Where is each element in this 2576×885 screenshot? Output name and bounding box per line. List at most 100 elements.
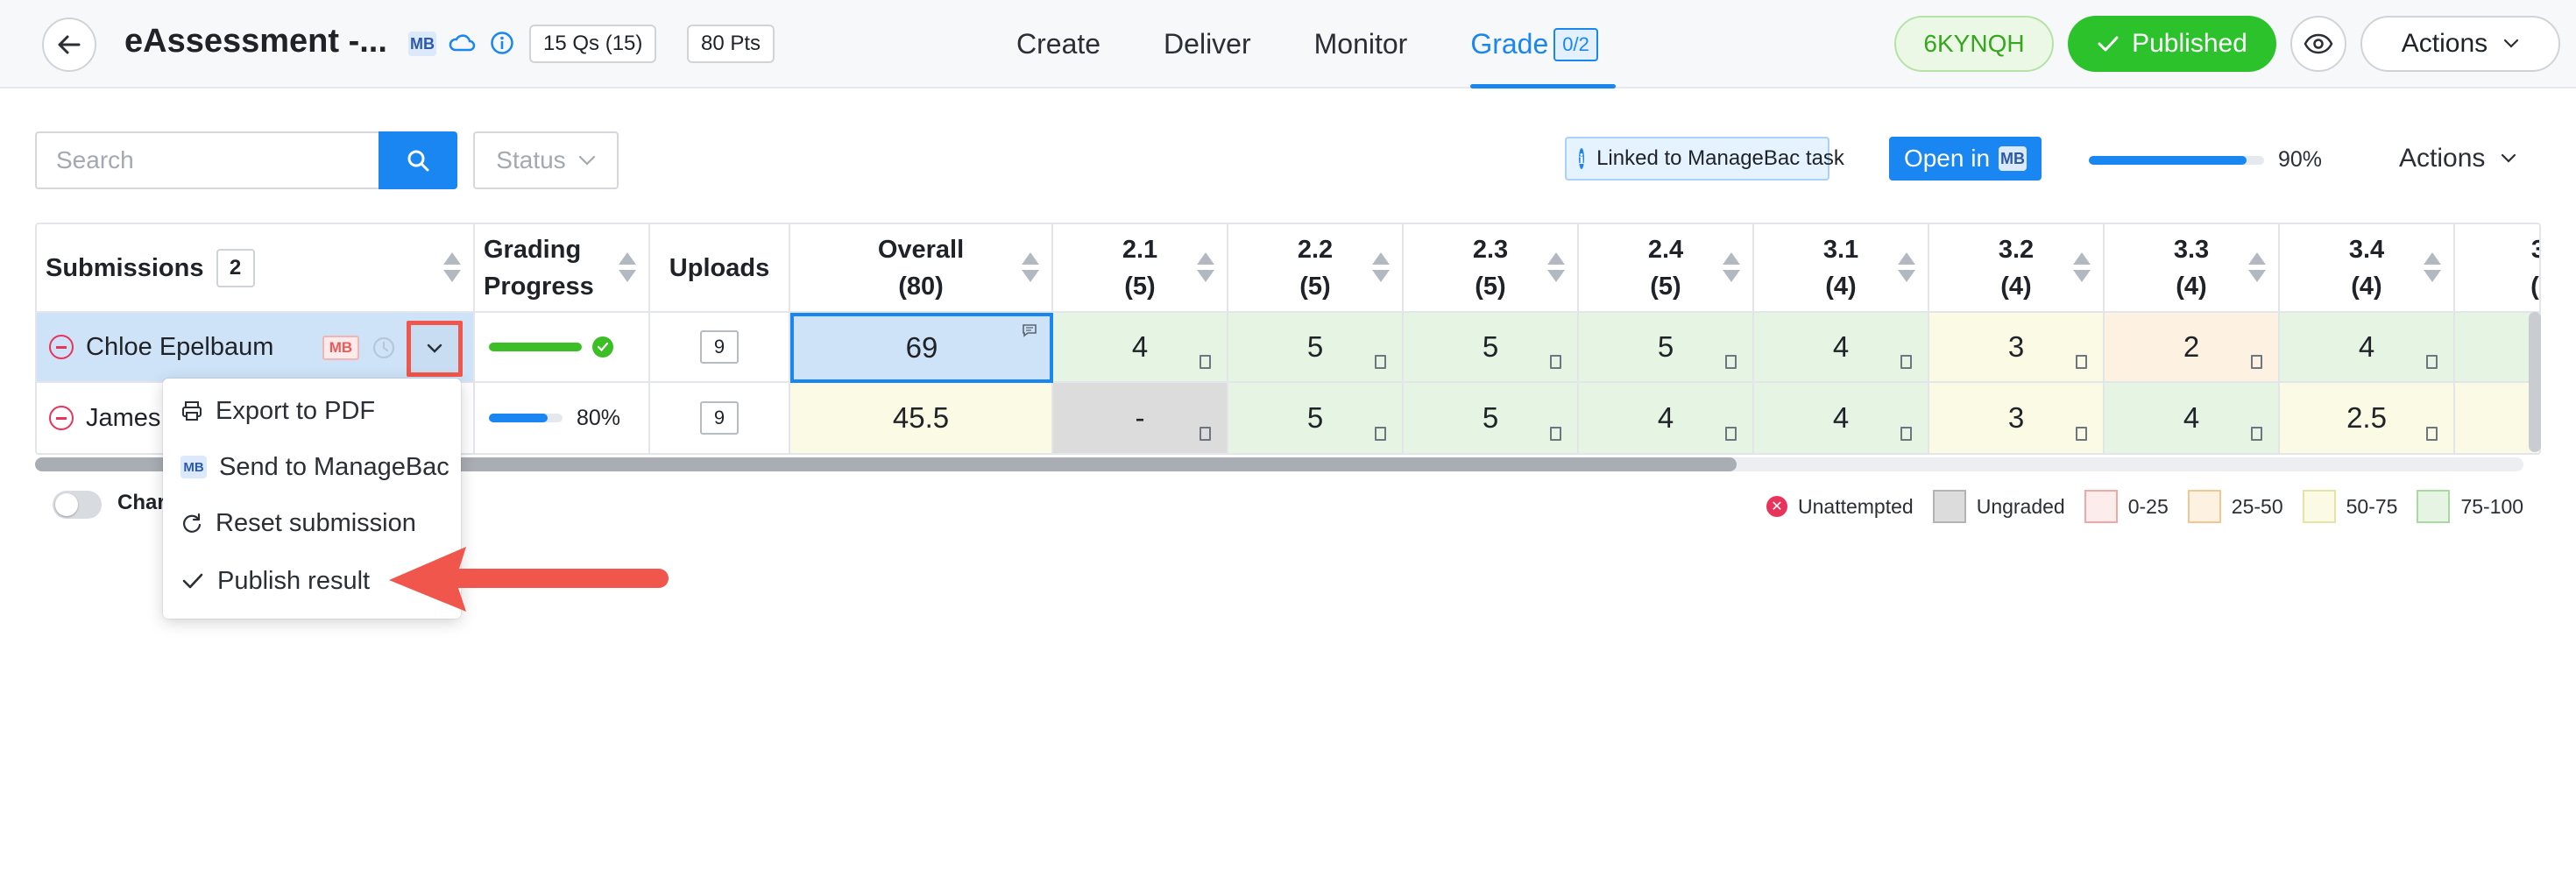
document-icon[interactable] — [1200, 427, 1211, 441]
score-cell[interactable]: 3 — [1929, 383, 2105, 453]
toolbar-actions-button[interactable]: Actions — [2399, 144, 2516, 173]
document-icon[interactable] — [1375, 355, 1386, 369]
chart-toggle[interactable] — [53, 491, 102, 519]
score-cell[interactable]: 5 — [1404, 313, 1579, 383]
preview-button[interactable] — [2290, 16, 2346, 72]
reset-icon — [182, 513, 202, 533]
status-filter-dropdown[interactable]: Status — [473, 131, 619, 189]
score-cell[interactable]: 4 — [2105, 383, 2280, 453]
sort-icon[interactable] — [1372, 252, 1390, 287]
sort-icon[interactable] — [619, 252, 636, 287]
sort-icon[interactable] — [1723, 252, 1740, 287]
submissions-count-badge: 2 — [216, 248, 255, 287]
row-options-dropdown-button[interactable] — [407, 321, 463, 377]
tab-create[interactable]: Create — [1016, 0, 1100, 88]
score-cell[interactable]: 2 — [2105, 313, 2280, 383]
column-header-question[interactable]: 3.4 (4) — [2280, 224, 2455, 313]
column-header-label: 3.4 (4) — [2348, 235, 2385, 301]
sort-icon[interactable] — [443, 252, 461, 287]
document-icon[interactable] — [1375, 427, 1386, 441]
column-header-question[interactable]: 2.1 (5) — [1053, 224, 1228, 313]
document-icon[interactable] — [2251, 355, 2262, 369]
column-header-question[interactable]: 3. (4 — [2455, 224, 2539, 313]
score-cell[interactable]: 4 — [1754, 313, 1929, 383]
uploads-count[interactable]: 9 — [700, 330, 739, 364]
menu-item-reset-submission[interactable]: Reset submission — [163, 496, 461, 550]
column-header-question[interactable]: 3.1 (4) — [1754, 224, 1929, 313]
column-header-grading-progress[interactable]: Grading Progress — [475, 224, 650, 313]
score-cell[interactable]: 4 — [1579, 383, 1754, 453]
tab-deliver[interactable]: Deliver — [1164, 0, 1251, 88]
annotation-arrow-icon — [389, 547, 669, 612]
remove-student-icon[interactable] — [49, 406, 74, 430]
column-header-question[interactable]: 2.3 (5) — [1404, 224, 1579, 313]
access-code-button[interactable]: 6KYNQH — [1894, 16, 2054, 72]
open-in-managebac-button[interactable]: Open in MB — [1889, 137, 2042, 181]
document-icon[interactable] — [1900, 355, 1912, 369]
document-icon[interactable] — [1725, 427, 1737, 441]
document-icon[interactable] — [2426, 427, 2438, 441]
remove-student-icon[interactable] — [49, 335, 74, 359]
score-value: 5 — [1657, 330, 1674, 363]
legend-item-25-50: 25-50 — [2187, 490, 2283, 523]
tab-monitor[interactable]: Monitor — [1314, 0, 1408, 88]
score-cell[interactable]: 5 — [1228, 383, 1404, 453]
score-cell[interactable]: 4 — [1053, 313, 1228, 383]
sort-icon[interactable] — [2248, 252, 2266, 287]
document-icon[interactable] — [1900, 427, 1912, 441]
document-icon[interactable] — [1200, 355, 1211, 369]
vertical-scrollbar[interactable] — [2529, 312, 2541, 452]
overall-score-cell-selected[interactable]: 69 — [790, 313, 1053, 383]
score-cell[interactable]: 5 — [1228, 313, 1404, 383]
column-header-question[interactable]: 2.2 (5) — [1228, 224, 1404, 313]
document-icon[interactable] — [1550, 427, 1561, 441]
sort-icon[interactable] — [2424, 252, 2441, 287]
column-header-question[interactable]: 2.4 (5) — [1579, 224, 1754, 313]
score-cell[interactable]: 4 — [2280, 313, 2455, 383]
document-icon[interactable] — [2076, 427, 2087, 441]
search-button[interactable] — [379, 131, 457, 189]
column-header-overall[interactable]: Overall (80) — [790, 224, 1053, 313]
chevron-down-icon — [578, 155, 595, 166]
sort-icon[interactable] — [1547, 252, 1565, 287]
column-header-question[interactable]: 3.2 (4) — [1929, 224, 2105, 313]
score-cell[interactable]: 5 — [1404, 383, 1579, 453]
column-header-uploads: Uploads — [650, 224, 790, 313]
column-header-question[interactable]: 3.3 (4) — [2105, 224, 2280, 313]
score-value: 4 — [1131, 330, 1149, 363]
score-cell[interactable]: 3 — [1929, 313, 2105, 383]
document-icon[interactable] — [2426, 355, 2438, 369]
tab-grade[interactable]: Grade 0/2 — [1470, 0, 1616, 88]
document-icon[interactable] — [2251, 427, 2262, 441]
sort-icon[interactable] — [1197, 252, 1214, 287]
comment-icon[interactable] — [1022, 323, 1037, 337]
overall-progress-bar — [2089, 156, 2264, 165]
header-actions-button[interactable]: Actions — [2360, 16, 2560, 72]
document-icon[interactable] — [2076, 355, 2087, 369]
column-header-submissions[interactable]: Submissions 2 — [37, 224, 475, 313]
document-icon[interactable] — [1725, 355, 1737, 369]
score-value: 3 — [2007, 401, 2025, 434]
score-value: 4 — [2183, 401, 2200, 434]
column-header-label: 3.2 (4) — [1998, 235, 2035, 301]
info-icon[interactable] — [487, 28, 517, 58]
sort-icon[interactable] — [1022, 252, 1039, 287]
menu-item-export-pdf[interactable]: Export to PDF — [163, 384, 461, 438]
score-cell[interactable]: 2.5 — [2280, 383, 2455, 453]
sort-icon[interactable] — [1898, 252, 1915, 287]
uploads-cell: 9 — [650, 313, 790, 383]
managebac-badge: MB — [408, 32, 436, 56]
sort-icon[interactable] — [2073, 252, 2091, 287]
search-input[interactable] — [35, 131, 379, 189]
back-button[interactable] — [42, 18, 96, 72]
menu-item-send-managebac[interactable]: MB Send to ManageBac — [163, 440, 461, 494]
score-cell[interactable]: 4 — [1754, 383, 1929, 453]
overall-score-cell[interactable]: 45.5 — [790, 383, 1053, 453]
score-cell[interactable]: - — [1053, 383, 1228, 453]
score-cell[interactable]: 5 — [1579, 313, 1754, 383]
document-icon[interactable] — [1550, 355, 1561, 369]
column-header-label: 2.3 (5) — [1472, 235, 1509, 301]
uploads-count[interactable]: 9 — [700, 401, 739, 435]
published-button[interactable]: Published — [2068, 16, 2276, 72]
legend-swatch — [2417, 490, 2451, 523]
